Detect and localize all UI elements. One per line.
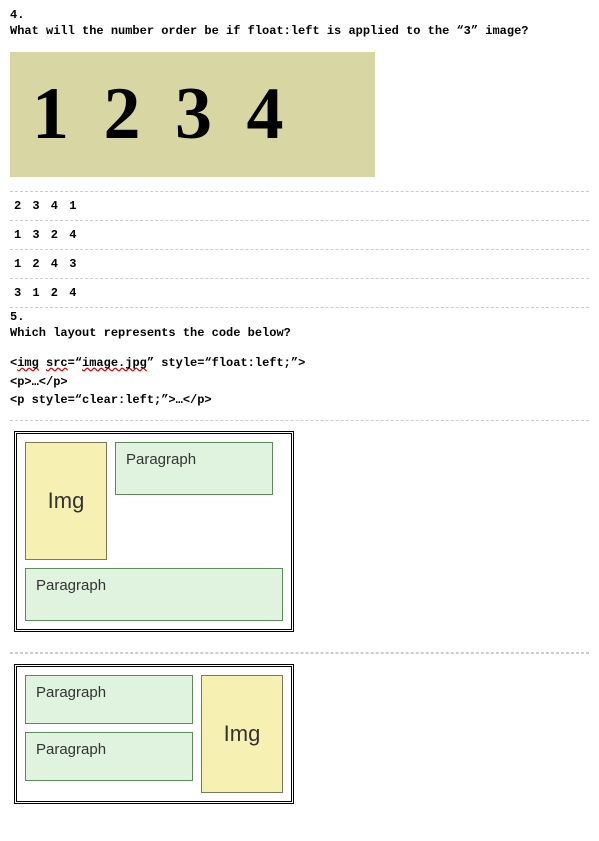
answer-list-q4: 2 3 4 1 1 3 2 4 1 2 4 3 3 1 2 4 (10, 191, 589, 308)
layout-paragraph-box: Paragraph (25, 568, 283, 621)
question-text-4: What will the number order be if float:l… (10, 24, 589, 38)
layout-img-box: Img (201, 675, 283, 793)
code-wavy-file: image.jpg (82, 356, 147, 370)
layout-paragraph-box: Paragraph (25, 675, 193, 724)
code-line-2: <p>…</p> (10, 373, 589, 392)
layout-frame: Paragraph Paragraph Img (14, 664, 294, 804)
layout-paragraph-box: Paragraph (115, 442, 273, 495)
number-image-text: 1 2 3 4 (32, 72, 292, 157)
question-text-5: Which layout represents the code below? (10, 326, 589, 340)
layout-frame: Img Paragraph Paragraph (14, 431, 294, 632)
question-number-4: 4. (10, 8, 589, 22)
code-snippet: <img src=“image.jpg” style=“float:left;”… (10, 354, 589, 410)
layout-option-1[interactable]: Img Paragraph Paragraph (10, 420, 589, 653)
code-line-3: <p style=“clear:left;”>…</p> (10, 391, 589, 410)
layout-option-2[interactable]: Paragraph Paragraph Img (10, 653, 589, 810)
layout-img-box: Img (25, 442, 107, 560)
answer-option[interactable]: 1 2 4 3 (10, 250, 589, 279)
code-wavy-img: img (17, 356, 39, 370)
number-image-box: 1 2 3 4 (10, 52, 375, 177)
code-line-1: <img src=“image.jpg” style=“float:left;”… (10, 354, 589, 373)
code-wavy-src: src (46, 356, 68, 370)
answer-option[interactable]: 1 3 2 4 (10, 221, 589, 250)
answer-option[interactable]: 3 1 2 4 (10, 279, 589, 307)
answer-option[interactable]: 2 3 4 1 (10, 192, 589, 221)
layout-paragraph-box: Paragraph (25, 732, 193, 781)
question-number-5: 5. (10, 310, 589, 324)
